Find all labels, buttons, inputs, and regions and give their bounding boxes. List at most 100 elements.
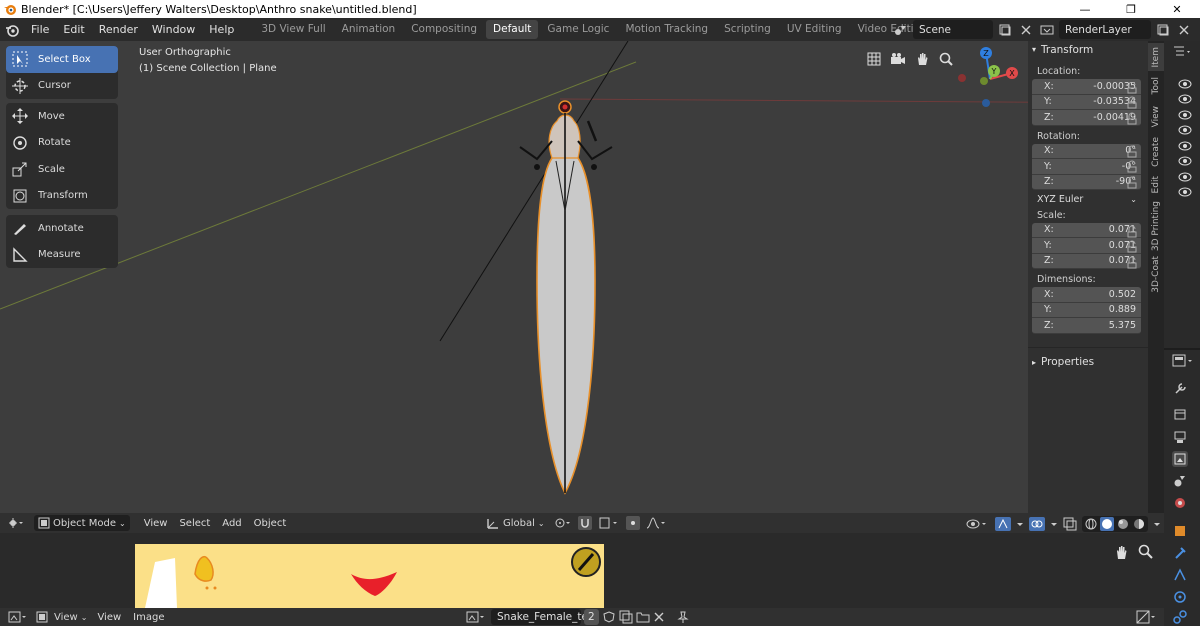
tab-tool[interactable]: Tool [1148, 73, 1164, 99]
rotation-y-field[interactable]: Y: -0° [1032, 159, 1141, 175]
tab-create[interactable]: Create [1148, 134, 1164, 170]
tab-3d-coat[interactable]: 3D-Coat [1148, 253, 1164, 295]
tool-scale[interactable]: Scale [6, 156, 118, 183]
camera-view-icon[interactable] [888, 49, 908, 69]
scale-z-field[interactable]: Z: 0.071 [1032, 253, 1141, 269]
constraints-properties-icon[interactable] [1172, 609, 1188, 625]
tab-item[interactable]: Item [1148, 43, 1164, 71]
overlays-dropdown-icon[interactable] [1050, 517, 1058, 531]
output-properties-icon[interactable] [1172, 429, 1188, 445]
tool-cursor[interactable]: Cursor [6, 73, 118, 100]
maximize-button[interactable]: ❐ [1108, 0, 1154, 18]
outliner-filter-icon[interactable] [1172, 45, 1192, 59]
tool-transform[interactable]: Transform [6, 183, 118, 210]
scene-icon[interactable] [892, 20, 910, 39]
visibility-eye-icon[interactable] [1178, 141, 1192, 151]
visibility-eye-icon[interactable] [1178, 187, 1192, 197]
location-y-field[interactable]: Y: -0.03534 [1032, 94, 1141, 110]
scene-name-field[interactable]: Scene [913, 20, 993, 39]
pin-icon[interactable] [676, 610, 690, 624]
delete-scene-icon[interactable] [1017, 20, 1035, 39]
falloff-icon[interactable] [646, 516, 668, 530]
visibility-eye-icon[interactable] [1178, 156, 1192, 166]
tab-view[interactable]: View [1148, 103, 1164, 131]
properties-panel-header[interactable]: ▸ Properties [1028, 354, 1148, 371]
image-editor-type-dropdown[interactable] [8, 610, 30, 624]
tool-properties-icon[interactable] [1172, 381, 1188, 397]
tab-edit[interactable]: Edit [1148, 172, 1164, 198]
tab-default[interactable]: Default [486, 20, 539, 39]
visibility-eye-icon[interactable] [1178, 125, 1192, 135]
render-properties-icon[interactable] [1172, 406, 1188, 422]
tab-scripting[interactable]: Scripting [717, 20, 778, 39]
tab-compositing[interactable]: Compositing [404, 20, 484, 39]
render-layer-field[interactable]: RenderLayer [1059, 20, 1151, 39]
image-editor[interactable] [0, 533, 1164, 608]
snap-icon[interactable] [578, 516, 592, 530]
tool-annotate[interactable]: Annotate [6, 215, 118, 242]
pan-view-icon[interactable] [912, 49, 932, 69]
tab-game-logic[interactable]: Game Logic [540, 20, 616, 39]
image-display-dropdown[interactable] [1136, 610, 1158, 626]
dimensions-y-field[interactable]: Y: 0.889 [1032, 302, 1141, 318]
menu-select[interactable]: Select [173, 518, 216, 529]
rotation-z-field[interactable]: Z: -90° [1032, 174, 1141, 190]
dimensions-z-field[interactable]: Z: 5.375 [1032, 318, 1141, 334]
image-name-field[interactable]: Snake_Female_tex [491, 609, 594, 625]
new-image-icon[interactable] [619, 610, 633, 624]
menu-render[interactable]: Render [92, 18, 145, 41]
menu-view[interactable]: View [91, 612, 127, 623]
tool-measure[interactable]: Measure [6, 242, 118, 269]
blender-menu-icon[interactable] [0, 18, 24, 41]
tool-select-box[interactable]: Select Box [6, 46, 118, 73]
shading-dropdown-icon[interactable] [1153, 517, 1161, 531]
gizmo-dropdown-icon[interactable] [1016, 517, 1024, 531]
new-render-layer-icon[interactable] [1154, 20, 1172, 39]
grid-view-icon[interactable] [864, 49, 884, 69]
delete-render-layer-icon[interactable] [1175, 20, 1193, 39]
solid-shading-icon[interactable] [1100, 517, 1114, 531]
modifier-properties-icon[interactable] [1172, 545, 1188, 561]
material-shading-icon[interactable] [1116, 517, 1130, 531]
rendered-shading-icon[interactable] [1132, 517, 1146, 531]
tab-3d-printing[interactable]: 3D Printing [1148, 201, 1164, 251]
rotation-mode-dropdown[interactable]: XYZ Euler ⌄ [1032, 192, 1141, 208]
wireframe-shading-icon[interactable] [1084, 517, 1098, 531]
menu-image[interactable]: Image [127, 612, 170, 623]
image-browse-icon[interactable] [466, 610, 488, 624]
view-layer-properties-icon[interactable] [1172, 451, 1188, 467]
fake-user-icon[interactable] [602, 610, 616, 624]
open-image-icon[interactable] [636, 610, 650, 624]
menu-help[interactable]: Help [202, 18, 241, 41]
minimize-button[interactable]: — [1062, 0, 1108, 18]
visibility-eye-icon[interactable] [1178, 79, 1192, 89]
transform-panel-header[interactable]: ▾ Transform [1028, 41, 1148, 58]
physics-properties-icon[interactable] [1172, 589, 1188, 605]
snap-target-icon[interactable] [598, 516, 620, 530]
render-layer-icon[interactable] [1038, 20, 1056, 39]
image-users-count[interactable]: 2 [584, 609, 599, 625]
zoom-view-icon[interactable] [1138, 544, 1154, 563]
3d-viewport[interactable]: User Orthographic (1) Scene Collection |… [0, 41, 1148, 513]
image-editor-mode-icon[interactable] [36, 611, 48, 623]
gizmo-toggle-icon[interactable] [995, 517, 1011, 531]
tool-rotate[interactable]: Rotate [6, 130, 118, 157]
location-x-field[interactable]: X: -0.00035 [1032, 79, 1141, 95]
editor-type-dropdown[interactable] [8, 517, 24, 529]
menu-file[interactable]: File [24, 18, 56, 41]
close-button[interactable]: ✕ [1154, 0, 1200, 18]
view-mode-dropdown[interactable]: View ⌄ [54, 612, 87, 623]
dimensions-x-field[interactable]: X: 0.502 [1032, 287, 1141, 303]
rotation-x-field[interactable]: X: 0° [1032, 143, 1141, 159]
visibility-eye-icon[interactable] [1178, 94, 1192, 104]
menu-add[interactable]: Add [216, 518, 247, 529]
overlays-toggle-icon[interactable] [1029, 517, 1045, 531]
scale-y-field[interactable]: Y: 0.071 [1032, 238, 1141, 254]
unlink-image-icon[interactable] [653, 611, 665, 623]
transform-orientation-dropdown[interactable]: Global ⌄ [486, 515, 545, 531]
visibility-eye-icon[interactable] [1178, 110, 1192, 120]
tab-uv-editing[interactable]: UV Editing [780, 20, 849, 39]
tool-move[interactable]: Move [6, 103, 118, 130]
menu-object[interactable]: Object [248, 518, 293, 529]
new-scene-icon[interactable] [996, 20, 1014, 39]
